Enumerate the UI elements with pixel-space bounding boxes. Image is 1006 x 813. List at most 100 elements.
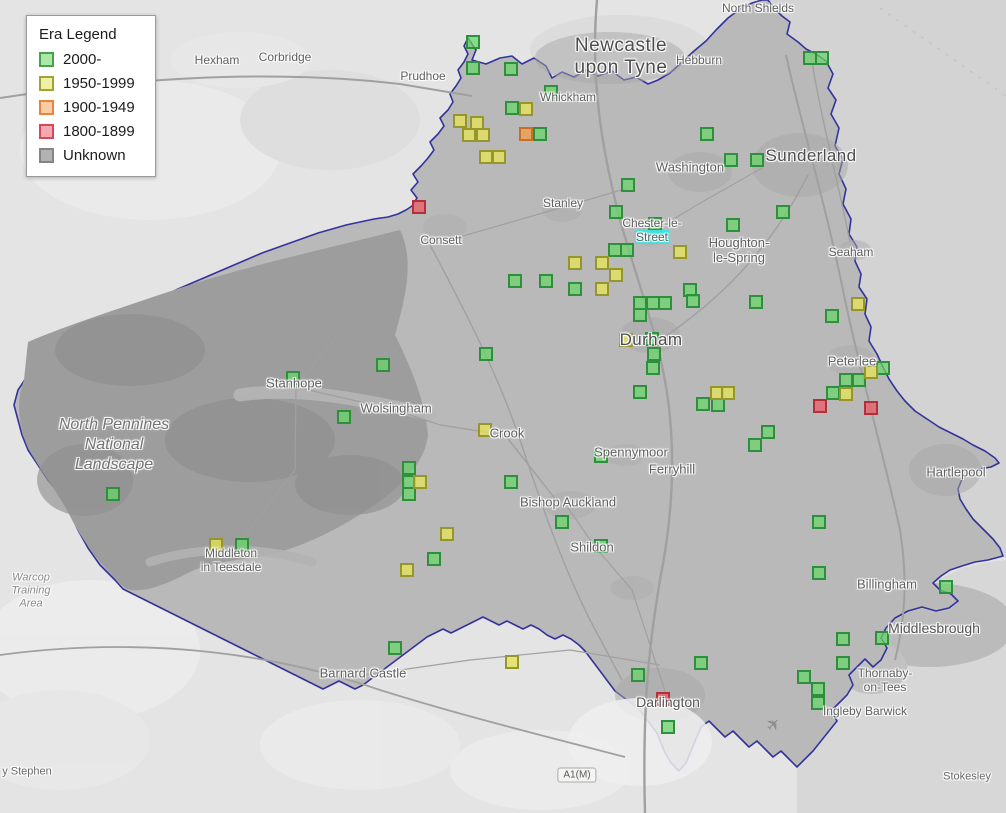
era-marker[interactable] [609, 205, 623, 219]
era-marker[interactable] [939, 580, 953, 594]
era-marker[interactable] [479, 150, 493, 164]
era-marker[interactable] [694, 656, 708, 670]
era-marker[interactable] [864, 401, 878, 415]
era-marker[interactable] [400, 563, 414, 577]
era-marker[interactable] [476, 128, 490, 142]
era-marker[interactable] [286, 371, 300, 385]
era-marker[interactable] [620, 243, 634, 257]
era-marker[interactable] [711, 398, 725, 412]
era-marker[interactable] [402, 461, 416, 475]
era-marker[interactable] [478, 423, 492, 437]
era-marker[interactable] [453, 114, 467, 128]
era-marker[interactable] [836, 656, 850, 670]
era-marker[interactable] [686, 294, 700, 308]
era-legend: Era Legend 2000- 1950-1999 1900-1949 1800-1… [26, 15, 156, 177]
legend-swatch-icon [39, 124, 54, 139]
legend-swatch-icon [39, 52, 54, 67]
era-marker[interactable] [609, 268, 623, 282]
legend-item: 1800-1899 [39, 123, 143, 140]
era-marker[interactable] [504, 475, 518, 489]
era-marker[interactable] [519, 102, 533, 116]
era-marker[interactable] [568, 256, 582, 270]
era-marker[interactable] [533, 127, 547, 141]
era-marker[interactable] [839, 387, 853, 401]
legend-label: Unknown [63, 147, 126, 164]
era-marker[interactable] [337, 410, 351, 424]
era-marker[interactable] [462, 128, 476, 142]
era-marker[interactable] [875, 631, 889, 645]
era-marker[interactable] [813, 399, 827, 413]
era-marker[interactable] [595, 256, 609, 270]
era-marker[interactable] [594, 449, 608, 463]
era-marker[interactable] [595, 282, 609, 296]
era-marker[interactable] [209, 538, 223, 552]
legend-item: 2000- [39, 51, 143, 68]
era-marker[interactable] [812, 566, 826, 580]
era-marker[interactable] [568, 282, 582, 296]
era-marker[interactable] [797, 670, 811, 684]
era-marker[interactable] [700, 127, 714, 141]
era-marker[interactable] [621, 178, 635, 192]
era-marker[interactable] [645, 332, 659, 346]
era-marker[interactable] [633, 385, 647, 399]
era-marker[interactable] [504, 62, 518, 76]
legend-item: 1950-1999 [39, 75, 143, 92]
era-marker[interactable] [647, 347, 661, 361]
road-badge-a1m: A1(M) [557, 767, 597, 783]
era-marker[interactable] [412, 200, 426, 214]
era-marker[interactable] [826, 386, 840, 400]
era-marker[interactable] [673, 245, 687, 259]
era-marker[interactable] [633, 308, 647, 322]
era-marker[interactable] [724, 153, 738, 167]
era-marker[interactable] [466, 61, 480, 75]
era-marker[interactable] [776, 205, 790, 219]
era-marker[interactable] [466, 35, 480, 49]
era-marker[interactable] [235, 538, 249, 552]
era-marker[interactable] [413, 475, 427, 489]
era-marker[interactable] [876, 361, 890, 375]
era-marker[interactable] [402, 487, 416, 501]
era-marker[interactable] [815, 51, 829, 65]
era-marker[interactable] [648, 217, 662, 231]
era-marker[interactable] [721, 386, 735, 400]
era-marker[interactable] [864, 365, 878, 379]
legend-title: Era Legend [39, 26, 117, 43]
era-marker[interactable] [812, 515, 826, 529]
era-marker[interactable] [726, 218, 740, 232]
era-marker[interactable] [539, 274, 553, 288]
era-marker[interactable] [388, 641, 402, 655]
era-marker[interactable] [839, 373, 853, 387]
era-marker[interactable] [748, 438, 762, 452]
era-marker[interactable] [696, 397, 710, 411]
legend-rows: 2000- 1950-1999 1900-1949 1800-1899 Unknown [39, 51, 143, 164]
era-marker[interactable] [508, 274, 522, 288]
era-marker[interactable] [555, 515, 569, 529]
era-marker[interactable] [761, 425, 775, 439]
era-marker[interactable] [661, 720, 675, 734]
era-marker[interactable] [594, 539, 608, 553]
era-marker[interactable] [811, 696, 825, 710]
era-marker[interactable] [631, 668, 645, 682]
era-marker[interactable] [811, 682, 825, 696]
era-marker[interactable] [106, 487, 120, 501]
era-marker[interactable] [656, 692, 670, 706]
era-marker[interactable] [851, 297, 865, 311]
era-marker[interactable] [544, 85, 558, 99]
map-canvas[interactable]: North Shields Newcastle upon Tyne Hexham Cor… [0, 0, 1006, 813]
era-marker[interactable] [825, 309, 839, 323]
legend-label: 2000- [63, 51, 102, 68]
era-marker[interactable] [376, 358, 390, 372]
era-marker[interactable] [505, 101, 519, 115]
era-marker[interactable] [749, 295, 763, 309]
era-marker[interactable] [619, 333, 633, 347]
era-marker[interactable] [750, 153, 764, 167]
era-marker[interactable] [505, 655, 519, 669]
era-marker[interactable] [492, 150, 506, 164]
era-marker[interactable] [519, 127, 533, 141]
era-marker[interactable] [440, 527, 454, 541]
era-marker[interactable] [646, 361, 660, 375]
era-marker[interactable] [836, 632, 850, 646]
era-marker[interactable] [658, 296, 672, 310]
era-marker[interactable] [427, 552, 441, 566]
era-marker[interactable] [479, 347, 493, 361]
